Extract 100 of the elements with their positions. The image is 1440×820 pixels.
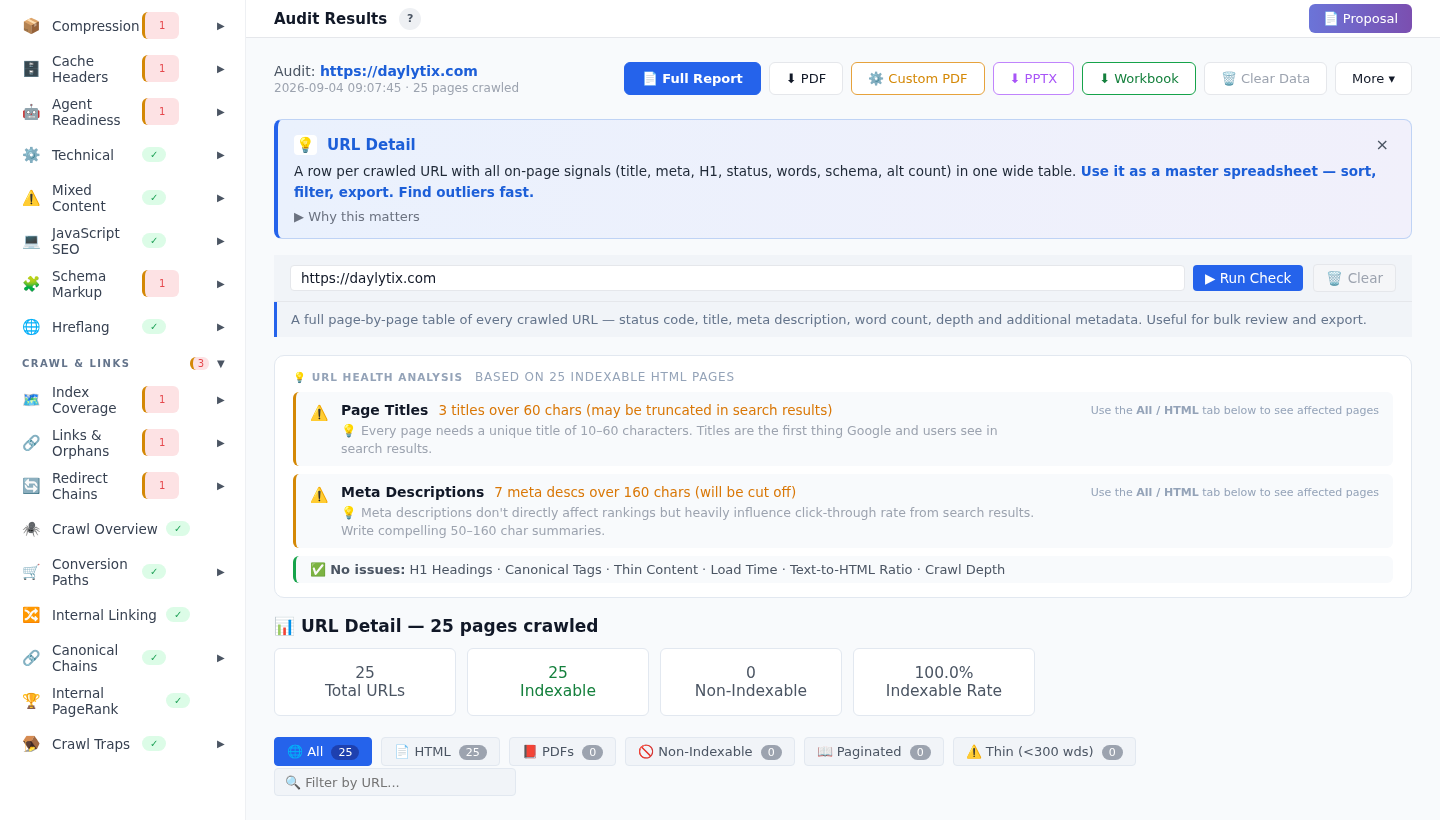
stat-label: Indexable Rate	[885, 682, 1003, 700]
status-badge: ✓	[142, 319, 167, 334]
run-check-button[interactable]: ▶ Run Check	[1193, 265, 1304, 291]
collapse-toggle[interactable]: ▼	[217, 357, 229, 369]
status-badge: ✓	[166, 521, 191, 536]
sidebar-item-icon: 🗺	[22, 390, 52, 409]
sidebar-item-icon: ⚙	[22, 145, 52, 164]
sidebar-item-icon: 💻	[22, 231, 52, 250]
tab-count: 0	[760, 745, 782, 760]
issue-name: Meta Descriptions	[341, 484, 485, 500]
filter-tab[interactable]: 📕 PDFs 0	[508, 737, 617, 766]
sidebar-item-icon: 📦	[22, 16, 52, 35]
expand-arrow[interactable]: ▶	[217, 192, 229, 203]
status-badge: 1	[142, 12, 180, 39]
filter-tab[interactable]: 🌐 All 25	[274, 737, 373, 766]
sidebar-item[interactable]: Internal PageRank	[52, 684, 166, 717]
status-badge: ✓	[166, 607, 191, 622]
help-button[interactable]: ?	[399, 7, 422, 30]
tab-count: 25	[458, 745, 487, 760]
issue-name: Page Titles	[341, 402, 429, 418]
warning-icon: ⚠	[310, 400, 329, 458]
sidebar-item[interactable]: Redirect Chains	[52, 469, 142, 502]
filter-tab[interactable]: 📄 HTML 25	[381, 737, 500, 766]
tab-count: 0	[582, 745, 604, 760]
stat-value: 0	[746, 664, 756, 682]
sidebar-item[interactable]: Index Coverage	[52, 383, 142, 416]
sidebar-item[interactable]: Crawl Traps	[52, 735, 142, 752]
stat-value: 25	[548, 664, 568, 682]
count-badge: 3	[189, 356, 209, 370]
status-badge: ✓	[142, 233, 167, 248]
sidebar-item[interactable]: Agent Readiness	[52, 95, 142, 128]
callout-text: A row per crawled URL with all on-page signals (title, meta, H1, status, words, schema, alt count) in one wide table. Use it as a master spreadsheet — sort, filter, export. Find outliers fast.	[294, 162, 1378, 202]
sidebar-item-icon: 🕷	[22, 519, 52, 538]
sidebar-item-icon: 🏆	[22, 691, 52, 710]
action-button[interactable]: More ▾	[1335, 62, 1412, 95]
action-button[interactable]: ⬇ PDF	[768, 62, 844, 95]
expand-arrow[interactable]: ▶	[217, 738, 229, 749]
filter-input-field[interactable]: 🔍 Filter by URL...	[274, 768, 516, 796]
analysis-subtitle: BASED ON 25 INDEXABLE HTML PAGES	[475, 370, 735, 384]
sidebar-item[interactable]: Canonical Chains	[52, 641, 142, 674]
expand-arrow[interactable]: ▶	[217, 149, 229, 160]
action-button[interactable]: ⬇ Workbook	[1082, 62, 1196, 95]
status-badge: 1	[142, 270, 180, 297]
sidebar-item[interactable]: Schema Markup	[52, 267, 142, 300]
sidebar-item[interactable]: Cache Headers	[52, 52, 142, 85]
expand-arrow[interactable]: ▶	[217, 566, 229, 577]
why-this-matters-toggle[interactable]: ▶ Why this matters	[294, 209, 1395, 224]
issue-summary: 7 meta descs over 160 chars (will be cut off)	[494, 484, 797, 500]
expand-arrow[interactable]: ▶	[217, 63, 229, 74]
close-button[interactable]: ×	[1369, 134, 1395, 155]
filter-tab[interactable]: ⚠ Thin (<300 wds) 0	[952, 737, 1136, 766]
sidebar-item-icon: 🔗	[22, 648, 52, 667]
stat-value: 100.0%	[914, 664, 974, 682]
sidebar-item[interactable]: Compression	[52, 17, 142, 34]
status-badge: ✓	[142, 564, 167, 579]
description-note: A full page-by-page table of every crawled URL — status code, title, meta description, word count, depth and additional metadata. Useful for bulk review and export.	[274, 302, 1412, 337]
url-input-field[interactable]: https://daylytix.com	[290, 265, 1185, 291]
stat-label: Non-Indexable	[694, 682, 808, 700]
expand-arrow[interactable]: ▶	[217, 394, 229, 405]
tab-count: 25	[331, 745, 360, 760]
action-button[interactable]: 📄 Full Report	[623, 62, 761, 95]
issue-summary: 3 titles over 60 chars (may be truncated in search results)	[438, 402, 833, 418]
filter-tab[interactable]: 🚫 Non-Indexable 0	[625, 737, 795, 766]
audit-timestamp: 2026-09-04 09:07:45 · 25 pages crawled	[274, 80, 520, 95]
sidebar-item[interactable]: Internal Linking	[52, 606, 166, 623]
issue-hint: Use the All / HTML tab below to see affected pages	[1089, 403, 1379, 419]
expand-arrow[interactable]: ▶	[217, 278, 229, 289]
callout-title: URL Detail	[327, 135, 416, 154]
status-badge: 1	[142, 55, 180, 82]
sidebar-item[interactable]: Hreflang	[52, 318, 142, 335]
expand-arrow[interactable]: ▶	[217, 235, 229, 246]
action-button[interactable]: ⬇ PPTX	[992, 62, 1075, 95]
sidebar-item[interactable]: Links & Orphans	[52, 426, 142, 459]
analysis-heading: 💡 URL HEALTH ANALYSIS	[293, 371, 463, 384]
sidebar-item[interactable]: JavaScript SEO	[52, 224, 142, 257]
filter-tab[interactable]: 📖 Paginated 0	[803, 737, 944, 766]
proposal-button[interactable]: 📄 Proposal	[1308, 4, 1412, 33]
status-badge: ✓	[142, 147, 167, 162]
sidebar-item-icon: 🤖	[22, 102, 52, 121]
status-badge: ✓	[142, 736, 167, 751]
stat-label: Total URLs	[325, 682, 405, 700]
audit-url-link[interactable]: https://daylytix.com	[319, 62, 478, 79]
expand-arrow[interactable]: ▶	[217, 106, 229, 117]
sidebar-item-icon: 🔄	[22, 476, 52, 495]
expand-arrow[interactable]: ▶	[217, 321, 229, 332]
status-badge: 1	[142, 98, 180, 125]
sidebar-item[interactable]: Mixed Content	[52, 181, 142, 214]
expand-arrow[interactable]: ▶	[217, 437, 229, 448]
expand-arrow[interactable]: ▶	[217, 20, 229, 31]
sidebar-item[interactable]: Technical	[52, 146, 142, 163]
section-heading: CRAWL & LINKS	[22, 357, 132, 369]
sidebar-item-icon: 🌐	[22, 317, 52, 336]
audit-label: Audit:	[274, 62, 316, 79]
sidebar-item[interactable]: Crawl Overview	[52, 520, 166, 537]
expand-arrow[interactable]: ▶	[217, 480, 229, 491]
expand-arrow[interactable]: ▶	[217, 652, 229, 663]
stat-value: 25	[355, 664, 375, 682]
status-badge: 1	[142, 472, 180, 499]
tab-count: 0	[909, 745, 931, 760]
sidebar-item[interactable]: Conversion Paths	[52, 555, 142, 588]
